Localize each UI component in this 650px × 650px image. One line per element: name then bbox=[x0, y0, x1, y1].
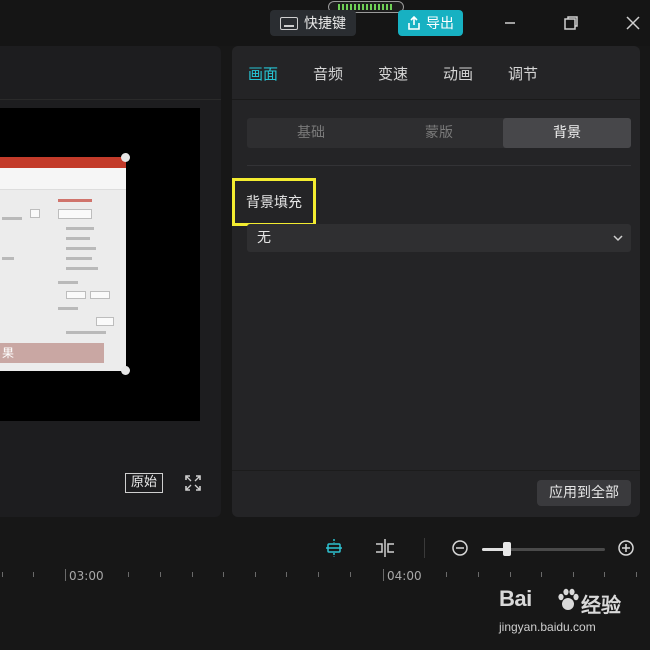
restore-button[interactable] bbox=[560, 12, 582, 34]
shortcut-label: 快捷键 bbox=[304, 16, 346, 32]
tab-audio[interactable]: 音频 bbox=[313, 63, 343, 84]
background-fill-select[interactable]: 无 bbox=[247, 224, 631, 252]
player-panel: 果 原始 bbox=[0, 46, 221, 517]
minimize-icon bbox=[505, 22, 515, 24]
paw-logo-icon bbox=[558, 588, 579, 610]
watermark-brand-suffix: 经验 bbox=[581, 593, 621, 617]
tab-animation[interactable]: 动画 bbox=[443, 63, 473, 84]
background-fill-value: 无 bbox=[257, 230, 271, 246]
properties-panel: 画面 音频 变速 动画 调节 基础 蒙版 背景 背景填充 无 应用到全部 bbox=[232, 46, 640, 517]
resize-handle-bottom-right[interactable] bbox=[121, 366, 130, 375]
apply-to-all-button[interactable]: 应用到全部 bbox=[537, 480, 631, 506]
split-icon[interactable] bbox=[374, 538, 396, 558]
toolbar-separator bbox=[424, 538, 425, 558]
close-icon bbox=[626, 16, 640, 30]
tab-picture[interactable]: 画面 bbox=[248, 63, 278, 84]
tab-adjust[interactable]: 调节 bbox=[508, 63, 538, 84]
background-fill-label: 背景填充 bbox=[232, 178, 316, 226]
watermark-brand-prefix: Bai bbox=[499, 586, 532, 611]
preview-canvas[interactable]: 果 bbox=[0, 108, 200, 421]
minimize-button[interactable] bbox=[499, 12, 521, 34]
time-label-4min: 04:00 bbox=[387, 569, 422, 583]
zoom-in-icon[interactable] bbox=[616, 538, 638, 558]
subtab-basic[interactable]: 基础 bbox=[247, 118, 375, 148]
footer-divider bbox=[232, 470, 640, 471]
fullscreen-icon[interactable] bbox=[184, 474, 202, 492]
properties-tabs: 画面 音频 变速 动画 调节 bbox=[232, 46, 640, 100]
export-button[interactable]: 导出 bbox=[398, 10, 463, 36]
clip-toolbar bbox=[0, 168, 126, 190]
close-button[interactable] bbox=[622, 12, 644, 34]
watermark-url: jingyan.baidu.com bbox=[499, 620, 596, 634]
link-icon[interactable] bbox=[323, 538, 345, 558]
time-label-3min: 03:00 bbox=[69, 569, 104, 583]
aspect-ratio-original-button[interactable]: 原始 bbox=[125, 473, 163, 493]
baidu-jingyan-watermark: Bai 经验 jingyan.baidu.com bbox=[497, 586, 637, 642]
shortcut-button[interactable]: 快捷键 bbox=[270, 10, 356, 36]
divider bbox=[247, 165, 631, 166]
export-icon bbox=[408, 16, 420, 30]
tab-speed[interactable]: 变速 bbox=[378, 63, 408, 84]
player-header bbox=[0, 46, 221, 100]
video-clip-preview[interactable]: 果 bbox=[0, 157, 126, 371]
resize-handle-top-right[interactable] bbox=[121, 153, 130, 162]
timeline-toolbar bbox=[0, 528, 650, 568]
zoom-slider[interactable] bbox=[482, 542, 605, 556]
clip-caption: 果 bbox=[0, 343, 104, 363]
subtab-background[interactable]: 背景 bbox=[503, 118, 631, 148]
keyboard-icon bbox=[280, 16, 298, 30]
chevron-down-icon bbox=[613, 235, 623, 242]
title-bar: 快捷键 导出 bbox=[0, 0, 650, 46]
subtab-mask[interactable]: 蒙版 bbox=[375, 118, 503, 148]
zoom-slider-knob[interactable] bbox=[503, 542, 511, 556]
export-label: 导出 bbox=[426, 16, 454, 32]
restore-icon bbox=[564, 16, 578, 30]
zoom-out-icon[interactable] bbox=[450, 538, 472, 558]
clip-ribbon bbox=[0, 157, 126, 168]
subtab-bar: 基础 蒙版 背景 bbox=[247, 118, 631, 148]
timeline-ruler[interactable]: 03:00 04:00 bbox=[0, 566, 650, 586]
